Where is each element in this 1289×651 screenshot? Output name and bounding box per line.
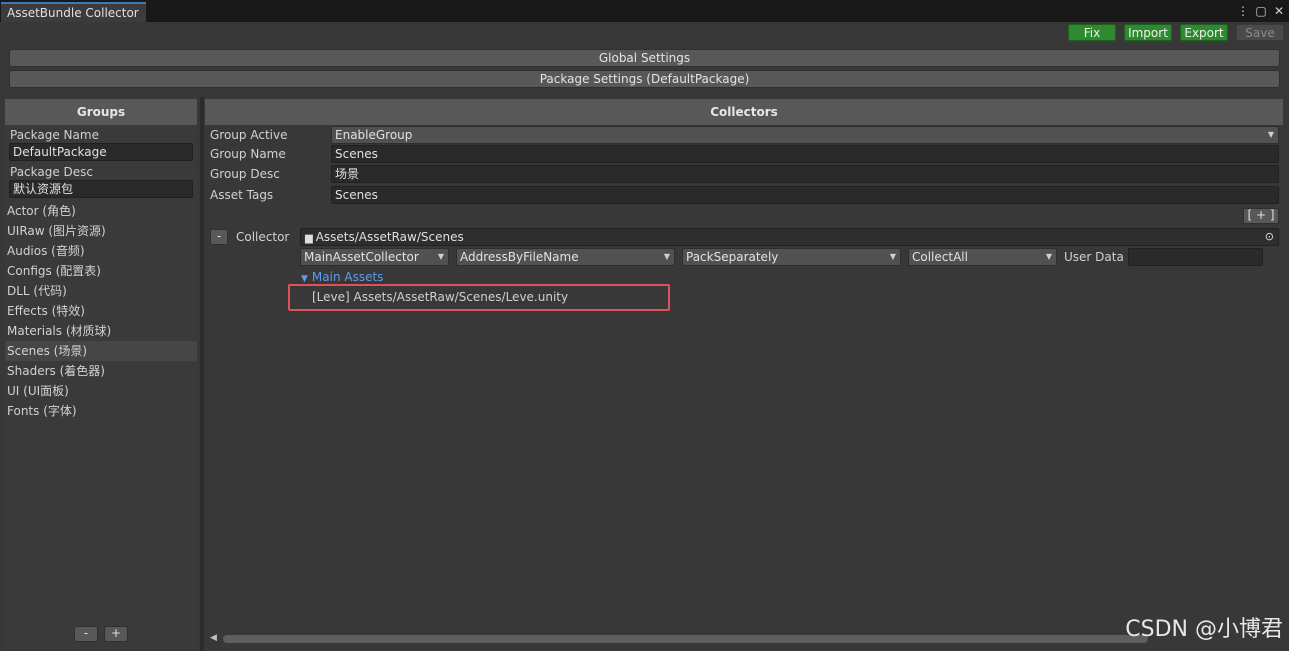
collectors-header: Collectors <box>205 99 1283 125</box>
main-assets-foldout[interactable]: ▼ Main Assets <box>301 270 383 284</box>
chevron-down-icon: ▼ <box>1045 252 1052 261</box>
title-bar: AssetBundle Collector ⋮ ▢ ✕ <box>0 0 1289 22</box>
groups-panel: Groups Package Name DefaultPackage Packa… <box>5 99 197 649</box>
group-name-row: Group Name Scenes <box>205 145 1283 165</box>
export-button[interactable]: Export <box>1180 24 1228 41</box>
pack-rule-dropdown[interactable]: PackSeparately ▼ <box>682 248 901 266</box>
watermark: CSDN @小博君 <box>1125 617 1283 642</box>
chevron-down-icon: ▼ <box>437 252 444 261</box>
pack-rule-value: PackSeparately <box>686 250 779 264</box>
collector-type-value: MainAssetCollector <box>304 250 419 264</box>
user-data-input[interactable] <box>1128 248 1263 266</box>
close-icon[interactable]: ✕ <box>1273 3 1285 19</box>
group-active-value: EnableGroup <box>335 128 413 142</box>
triangle-down-icon: ▼ <box>301 274 308 284</box>
group-item-actor[interactable]: Actor (角色) <box>5 201 197 221</box>
group-item-uiraw[interactable]: UIRaw (图片资源) <box>5 221 197 241</box>
remove-collector-button[interactable]: - <box>210 229 228 245</box>
groups-header: Groups <box>5 99 197 125</box>
group-item-audios[interactable]: Audios (音频) <box>5 241 197 261</box>
user-data-label: User Data <box>1064 250 1124 264</box>
group-item-configs[interactable]: Configs (配置表) <box>5 261 197 281</box>
collector-label: Collector <box>236 230 290 244</box>
collector-type-dropdown[interactable]: MainAssetCollector ▼ <box>300 248 449 266</box>
remove-group-button[interactable]: - <box>74 626 98 642</box>
address-rule-dropdown[interactable]: AddressByFileName ▼ <box>456 248 675 266</box>
folder-icon: ▆ <box>305 233 313 244</box>
scrollbar-thumb[interactable] <box>223 635 1148 643</box>
fix-button[interactable]: Fix <box>1068 24 1116 41</box>
group-desc-label: Group Desc <box>210 167 280 181</box>
collector-path-value: Assets/AssetRaw/Scenes <box>315 230 464 244</box>
group-item-scenes[interactable]: Scenes (场景) <box>5 341 197 361</box>
group-item-ui[interactable]: UI (UI面板) <box>5 381 197 401</box>
collector-path-field[interactable]: ▆ Assets/AssetRaw/Scenes ⊙ <box>300 228 1279 246</box>
group-name-input[interactable]: Scenes <box>331 145 1279 163</box>
toolbar: Fix Import Export Save <box>0 22 1289 44</box>
group-desc-row: Group Desc 场景 <box>205 165 1283 185</box>
asset-tags-row: Asset Tags Scenes <box>205 186 1283 206</box>
collectors-panel: Collectors Group Active EnableGroup ▼ Gr… <box>205 99 1283 649</box>
object-picker-icon[interactable]: ⊙ <box>1265 229 1274 245</box>
group-active-row: Group Active EnableGroup ▼ <box>205 126 1283 146</box>
group-desc-input[interactable]: 场景 <box>331 165 1279 183</box>
filter-rule-dropdown[interactable]: CollectAll ▼ <box>908 248 1057 266</box>
kebab-icon[interactable]: ⋮ <box>1237 3 1249 19</box>
add-group-button[interactable]: + <box>104 626 128 642</box>
asset-tags-label: Asset Tags <box>210 188 274 202</box>
save-button[interactable]: Save <box>1236 24 1284 41</box>
package-desc-input[interactable]: 默认资源包 <box>9 180 193 198</box>
group-name-label: Group Name <box>210 147 286 161</box>
group-item-materials[interactable]: Materials (材质球) <box>5 321 197 341</box>
panel-divider[interactable] <box>200 97 204 651</box>
global-settings-button[interactable]: Global Settings <box>9 49 1280 67</box>
package-name-label: Package Name <box>10 128 99 142</box>
horizontal-scrollbar[interactable]: ◀ <box>205 632 1283 646</box>
chevron-down-icon: ▼ <box>663 252 670 261</box>
group-item-fonts[interactable]: Fonts (字体) <box>5 401 197 421</box>
maximize-icon[interactable]: ▢ <box>1255 3 1267 19</box>
group-item-effects[interactable]: Effects (特效) <box>5 301 197 321</box>
group-item-shaders[interactable]: Shaders (着色器) <box>5 361 197 381</box>
group-item-dll[interactable]: DLL (代码) <box>5 281 197 301</box>
add-collector-button[interactable]: [ + ] <box>1243 208 1279 224</box>
chevron-down-icon: ▼ <box>1267 130 1274 139</box>
package-name-input[interactable]: DefaultPackage <box>9 143 193 161</box>
group-active-label: Group Active <box>210 128 288 142</box>
package-settings-button[interactable]: Package Settings (DefaultPackage) <box>9 70 1280 88</box>
group-active-dropdown[interactable]: EnableGroup ▼ <box>331 126 1279 144</box>
main-assets-label: Main Assets <box>311 270 384 284</box>
filter-rule-value: CollectAll <box>912 250 968 264</box>
scroll-left-icon[interactable]: ◀ <box>210 633 217 643</box>
chevron-down-icon: ▼ <box>889 252 896 261</box>
asset-tags-input[interactable]: Scenes <box>331 186 1279 204</box>
window-controls: ⋮ ▢ ✕ <box>1237 3 1285 19</box>
package-desc-label: Package Desc <box>10 165 94 179</box>
list-item[interactable]: [Leve] Assets/AssetRaw/Scenes/Leve.unity <box>312 290 568 304</box>
import-button[interactable]: Import <box>1124 24 1172 41</box>
address-rule-value: AddressByFileName <box>460 250 579 264</box>
window-tab[interactable]: AssetBundle Collector <box>1 2 146 22</box>
group-list: Actor (角色) UIRaw (图片资源) Audios (音频) Conf… <box>5 201 197 421</box>
